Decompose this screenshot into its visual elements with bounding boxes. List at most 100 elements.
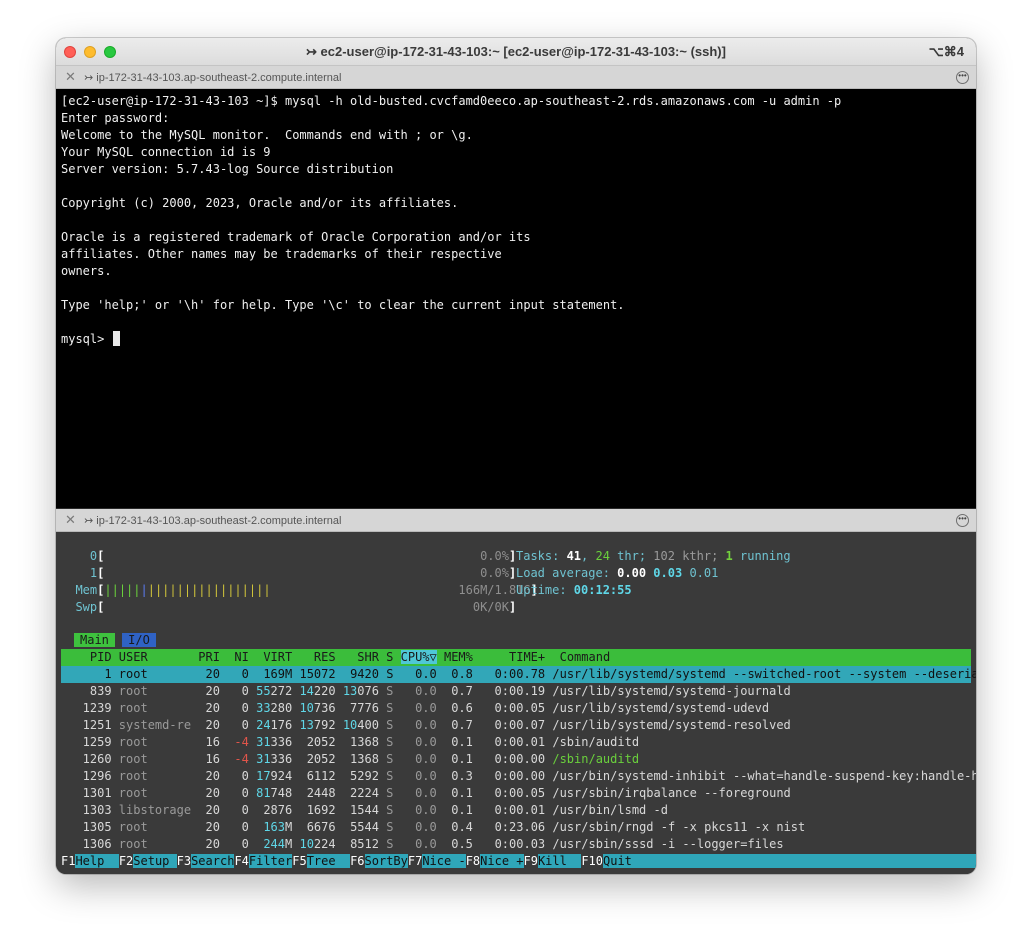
process-state: S (386, 752, 401, 766)
process-row[interactable]: 1301 root 20 0 81748 2448 2224 S 0.0 0.1… (61, 785, 971, 802)
process-time: 0:00.01 (480, 735, 553, 749)
text-cursor (112, 331, 120, 346)
process-time: 0:00.78 (480, 667, 553, 681)
process-user: libstorage (118, 803, 199, 817)
terminal-line: Welcome to the MySQL monitor. Commands e… (61, 128, 473, 142)
column-header-command[interactable]: Command (560, 650, 611, 664)
process-row[interactable]: 1251 systemd-re 20 0 24176 13792 10400 S… (61, 717, 971, 734)
process-res: 2052 (306, 752, 343, 766)
process-shr-pad (343, 735, 350, 749)
process-shr: 1368 (350, 752, 387, 766)
process-command: /sbin/auditd (552, 735, 640, 749)
process-cpu: 0.0 (400, 718, 444, 732)
fkey-key: F8 (465, 854, 481, 868)
mysql-prompt[interactable]: mysql> (61, 331, 976, 348)
process-res: 224 (313, 837, 343, 851)
process-res-pad (299, 735, 306, 749)
column-header-time[interactable]: TIME+ (480, 650, 559, 664)
pane-menu-icon[interactable]: ••• (956, 71, 969, 84)
fkey-f8[interactable]: F8Nice + (466, 854, 524, 868)
column-header-cpu[interactable]: CPU%▽ (400, 650, 437, 664)
fkey-f7[interactable]: F7Nice - (408, 854, 466, 868)
pane-menu-icon[interactable]: ••• (956, 514, 969, 527)
load-average: Load average: 0.00 0.03 0.01 (516, 566, 719, 580)
process-time: 0:00.07 (480, 718, 553, 732)
process-row[interactable]: 839 root 20 0 55272 14220 13076 S 0.0 0.… (61, 683, 971, 700)
column-header-mem[interactable]: MEM% (437, 650, 480, 664)
process-time: 0:00.00 (480, 769, 553, 783)
column-header-pid[interactable]: PID (61, 650, 119, 664)
process-pri: 20 (198, 718, 228, 732)
process-shr-pad (343, 667, 350, 681)
tab-main[interactable]: Main (74, 633, 115, 647)
process-user: systemd-re (118, 718, 199, 732)
process-res: 220 (313, 684, 343, 698)
fkey-label: Nice - (422, 854, 466, 868)
fkey-label: SortBy (364, 854, 408, 868)
process-cpu: 0.0 (400, 735, 444, 749)
fkey-f2[interactable]: F2Setup (119, 854, 177, 868)
process-row[interactable]: 1260 root 16 -4 31336 2052 1368 S 0.0 0.… (61, 751, 971, 768)
column-header-virt[interactable]: VIRT (256, 650, 299, 664)
process-time: 0:00.00 (480, 752, 553, 766)
mysql-terminal[interactable]: [ec2-user@ip-172-31-43-103 ~]$ mysql -h … (56, 89, 976, 508)
process-pid: 839 (61, 684, 119, 698)
column-header-pri[interactable]: PRI (198, 650, 227, 664)
column-header-s[interactable]: S (386, 650, 400, 664)
pane-header-top[interactable]: ✕ ↣ ip-172-31-43-103.ap-southeast-2.comp… (56, 66, 976, 89)
process-shr: 400 (357, 718, 387, 732)
process-res-pad (299, 752, 306, 766)
pane-header-bottom[interactable]: ✕ ↣ ip-172-31-43-103.ap-southeast-2.comp… (56, 509, 976, 532)
fkey-f3[interactable]: F3Search (177, 854, 235, 868)
fkey-f1[interactable]: F1Help (61, 854, 119, 868)
process-state: S (386, 786, 401, 800)
process-res: 6676 (306, 820, 343, 834)
process-row[interactable]: 1303 libstorage 20 0 2876 1692 1544 S 0.… (61, 802, 971, 819)
process-row[interactable]: 1306 root 20 0 244M 10224 8512 S 0.0 0.5… (61, 836, 971, 853)
close-pane-icon[interactable]: ✕ (65, 70, 76, 84)
process-user: root (118, 735, 199, 749)
fkey-key: F5 (292, 854, 307, 868)
column-header-user[interactable]: USER (119, 650, 198, 664)
process-row[interactable]: 1305 root 20 0 163M 6676 5544 S 0.0 0.4 … (61, 819, 971, 836)
column-header-ni[interactable]: NI (227, 650, 256, 664)
process-mem: 0.6 (443, 701, 481, 715)
process-ni: 0 (227, 820, 257, 834)
process-virt-high: 31 (256, 752, 271, 766)
process-virt: 2876 (263, 803, 300, 817)
fkey-f9[interactable]: F9Kill (524, 854, 582, 868)
htop-terminal[interactable]: 0[ 0.0%] 1[ 0.0%] Mem[||||||||||||||||||… (56, 532, 976, 874)
terminal-line: affiliates. Other names may be trademark… (61, 247, 502, 261)
process-ni: 0 (227, 786, 257, 800)
title-bar[interactable]: ↣ ec2-user@ip-172-31-43-103:~ [ec2-user@… (56, 38, 976, 66)
process-row[interactable]: 1 root 20 0 169M 15072 9420 S 0.0 0.8 0:… (61, 666, 976, 683)
tab-io[interactable]: I/O (122, 633, 156, 647)
process-command: /usr/sbin/rngd -f -x pkcs11 -x nist (552, 820, 806, 834)
process-user: root (118, 786, 199, 800)
process-res-high: 10 (299, 701, 314, 715)
column-header-shr[interactable]: SHR (343, 650, 386, 664)
process-pri: 20 (198, 701, 228, 715)
fkey-label: Nice + (480, 854, 524, 868)
process-command: /usr/lib/systemd/systemd-udevd (552, 701, 770, 715)
close-pane-icon[interactable]: ✕ (65, 513, 76, 527)
fkey-key: F2 (118, 854, 134, 868)
fkey-f4[interactable]: F4Filter (234, 854, 293, 868)
process-row[interactable]: 1239 root 20 0 33280 10736 7776 S 0.0 0.… (61, 700, 971, 717)
process-pid: 1 (61, 667, 119, 681)
process-virt: 280 (270, 701, 300, 715)
process-res-pad (299, 803, 306, 817)
column-header-res[interactable]: RES (299, 650, 342, 664)
process-shr-pad (343, 769, 350, 783)
function-key-bar: F1Help F2Setup F3SearchF4FilterF5Tree F6… (61, 853, 976, 870)
fkey-f10[interactable]: F10Quit (581, 854, 632, 868)
process-row[interactable]: 1259 root 16 -4 31336 2052 1368 S 0.0 0.… (61, 734, 971, 751)
process-virt-unit: M (285, 667, 300, 681)
fkey-key: F1 (61, 854, 76, 868)
fkey-f6[interactable]: F6SortBy (350, 854, 408, 868)
fkey-f5[interactable]: F5Tree (292, 854, 351, 868)
process-pri: 20 (198, 667, 228, 681)
process-row[interactable]: 1296 root 20 0 17924 6112 5292 S 0.0 0.3… (61, 768, 976, 785)
process-pri: 20 (198, 684, 228, 698)
